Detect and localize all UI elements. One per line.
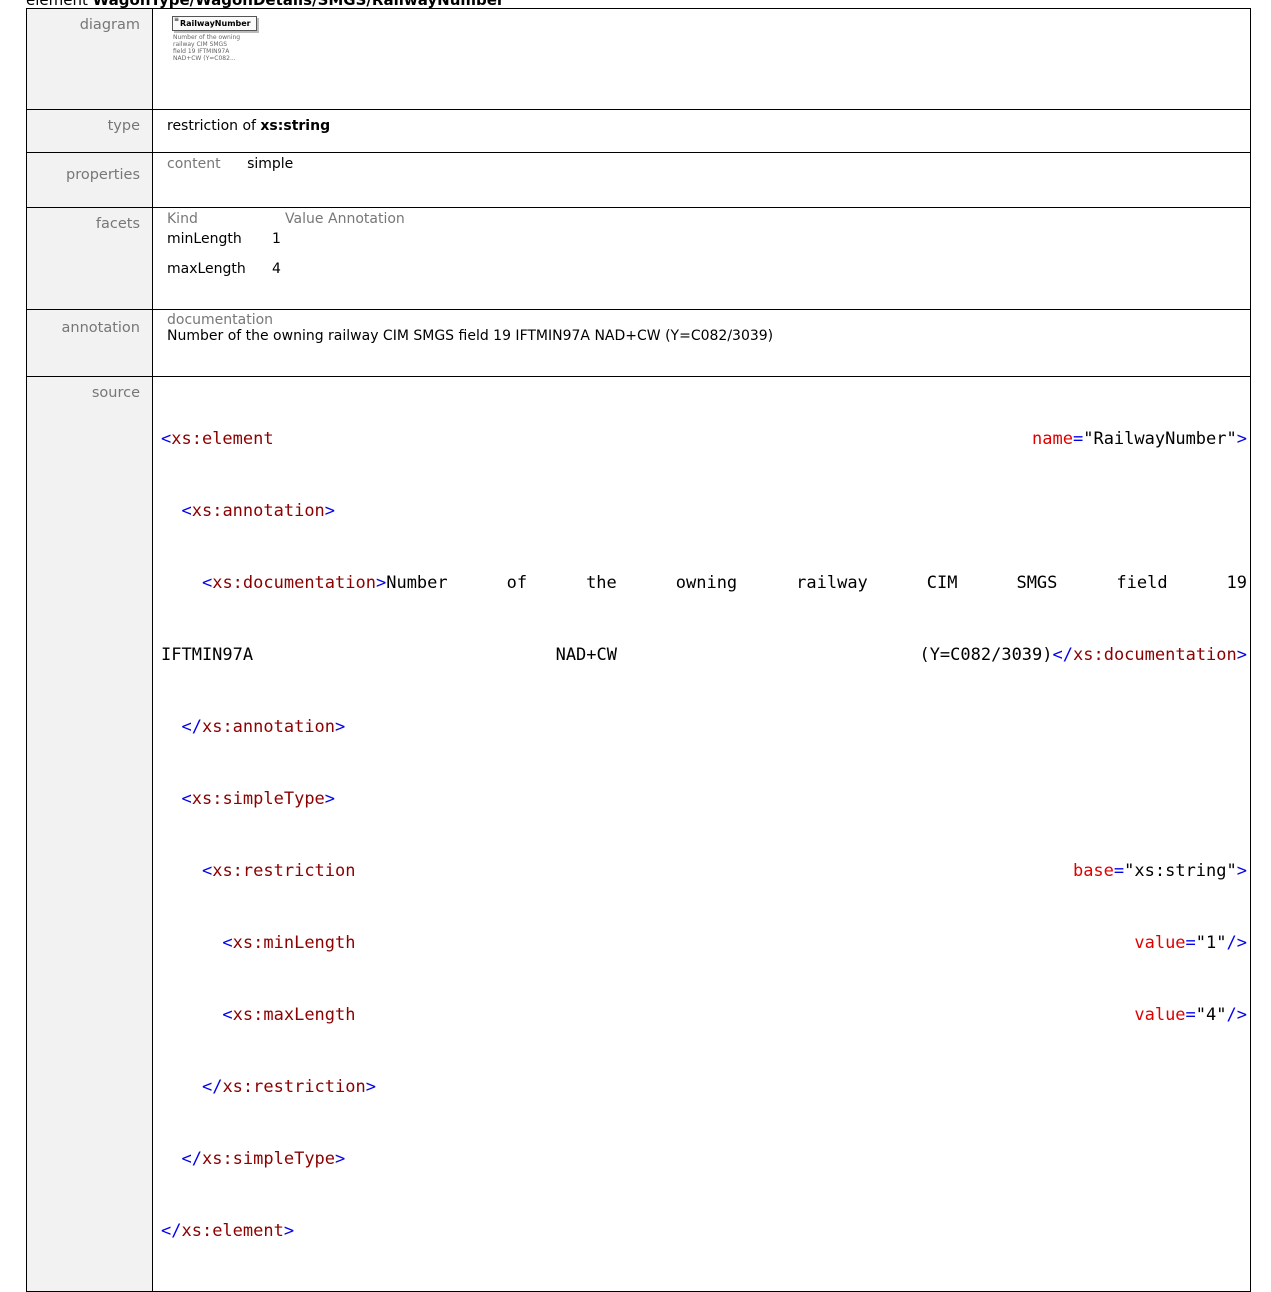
facets-row: facets Kind Value Annotation minLength 1 ma… xyxy=(26,207,1251,310)
facet-header-value: Value xyxy=(285,211,324,227)
facet-header-annotation: Annotation xyxy=(328,211,405,227)
code-tag: xs:restriction xyxy=(212,861,356,881)
facet-header-kind: Kind xyxy=(167,211,198,227)
code-attr: value xyxy=(1134,1005,1186,1025)
doc-word: of xyxy=(506,573,528,593)
code-line: </xs:annotation> xyxy=(181,717,346,737)
source-code-cell: < xs:element name = "RailwayNumber" > <xs:ann… xyxy=(152,376,1251,1292)
facet-kind: maxLength xyxy=(167,261,246,277)
doc-word: SMGS xyxy=(1016,573,1058,593)
diagram-doc-line: field 19 IFTMIN97A xyxy=(173,48,230,55)
facets-value: Kind Value Annotation minLength 1 maxLength… xyxy=(152,207,1251,310)
code-attr: value xyxy=(1134,933,1186,953)
type-value: restriction of xs:string xyxy=(152,109,1251,153)
diagram-doc-line: NAD+CW (Y=C082... xyxy=(173,55,236,62)
properties-row: properties content simple xyxy=(26,152,1251,208)
diagram-row: diagram ≡ RailwayNumber Number of the ow… xyxy=(26,8,1251,110)
code-attr: base xyxy=(1072,861,1114,881)
code-tag: xs:simpleType xyxy=(191,789,325,809)
code-tag: xs:documentation xyxy=(1073,645,1237,665)
source-code: < xs:element name = "RailwayNumber" > <xs:ann… xyxy=(161,379,1247,1291)
code-line: < xs:restriction base = "xs:string" > xyxy=(201,861,1247,881)
doc-word: 19 xyxy=(1226,573,1248,593)
annotation-row: annotation documentation Number of the o… xyxy=(26,309,1251,377)
facets-label: facets xyxy=(26,207,153,310)
code-line: < xs:element name = "RailwayNumber" > xyxy=(161,429,1247,449)
code-tag: xs:element xyxy=(181,1221,284,1241)
property-key: content xyxy=(167,156,221,172)
doc-word: Number xyxy=(386,573,448,593)
code-line: <xs:simpleType> xyxy=(181,789,336,809)
code-line: < xs:minLength value = "1"/> xyxy=(222,933,1247,953)
code-attr: name xyxy=(1032,429,1073,449)
code-tag: xs:element xyxy=(171,429,274,449)
diagram-doc-line: Number of the owning xyxy=(173,34,241,41)
doc-word: owning xyxy=(675,573,738,593)
doc-word: CIM xyxy=(926,573,958,593)
code-attr-value: "xs:string" xyxy=(1124,861,1237,881)
facet-kind: minLength xyxy=(167,231,242,247)
doc-word: NAD+CW xyxy=(555,645,617,665)
diagram-doc-line: railway CIM SMGS xyxy=(173,41,228,48)
doc-word: (Y=C082/3039) xyxy=(919,645,1053,665)
annotation-label: annotation xyxy=(26,309,153,377)
code-tag: xs:maxLength xyxy=(232,1005,356,1025)
diagram-element-box[interactable]: ≡ RailwayNumber xyxy=(172,16,257,31)
properties-value: content simple xyxy=(152,152,1251,208)
diagram-element-name: RailwayNumber xyxy=(180,19,251,28)
code-attr-value: "RailwayNumber" xyxy=(1083,429,1237,449)
diagram-doc: Number of the owning railway CIM SMGS fi… xyxy=(173,34,263,62)
documentation-label: documentation xyxy=(167,312,274,328)
diagram-cell: ≡ RailwayNumber Number of the owning rai… xyxy=(152,8,1251,110)
properties-label: properties xyxy=(26,152,153,208)
facet-row: maxLength 4 xyxy=(167,261,1250,277)
code-line: < xs:documentation > Number of the owning railw… xyxy=(201,573,1248,593)
source-row: source < xs:element name = "RailwayNumber" > … xyxy=(26,376,1251,1292)
type-base-link[interactable]: xs:string xyxy=(260,118,330,134)
code-attr-value: "1" xyxy=(1195,933,1227,953)
facets-header: Kind Value Annotation xyxy=(167,211,1250,227)
source-label: source xyxy=(26,376,153,1292)
code-tag: xs:documentation xyxy=(212,573,376,593)
schema-doc-table: diagram ≡ RailwayNumber Number of the ow… xyxy=(26,8,1251,1292)
documentation-text: Number of the owning railway CIM SMGS fi… xyxy=(167,328,774,344)
code-line: <xs:annotation> xyxy=(181,501,336,521)
code-line: </xs:restriction> xyxy=(201,1077,376,1097)
code-attr-value: "4" xyxy=(1195,1005,1227,1025)
code-tag: xs:minLength xyxy=(232,933,356,953)
doc-word: the xyxy=(586,573,617,593)
facet-value: 1 xyxy=(272,231,281,247)
type-label: type xyxy=(26,109,153,153)
code-tag: xs:simpleType xyxy=(201,1149,336,1169)
code-tag: xs:annotation xyxy=(191,501,325,521)
element-icon: ≡ xyxy=(174,16,180,23)
diagram-label: diagram xyxy=(26,8,153,110)
doc-word: railway xyxy=(796,573,868,593)
type-prefix: restriction of xyxy=(167,118,256,134)
facet-row: minLength 1 xyxy=(167,231,1250,247)
type-row: type restriction of xs:string xyxy=(26,109,1251,153)
doc-word: IFTMIN97A xyxy=(161,645,254,665)
code-tag: xs:annotation xyxy=(201,717,336,737)
code-line: IFTMIN97A NAD+CW (Y=C082/3039) </xs:documen… xyxy=(161,645,1248,665)
property-value: simple xyxy=(247,156,294,172)
code-tag: xs:restriction xyxy=(222,1077,366,1097)
annotation-value: documentation Number of the owning railw… xyxy=(152,309,1251,377)
code-line: </xs:element> xyxy=(161,1221,295,1241)
code-line: </xs:simpleType> xyxy=(181,1149,346,1169)
facet-value: 4 xyxy=(272,261,281,277)
doc-word: field xyxy=(1116,573,1168,593)
code-line: < xs:maxLength value = "4"/> xyxy=(222,1005,1247,1025)
